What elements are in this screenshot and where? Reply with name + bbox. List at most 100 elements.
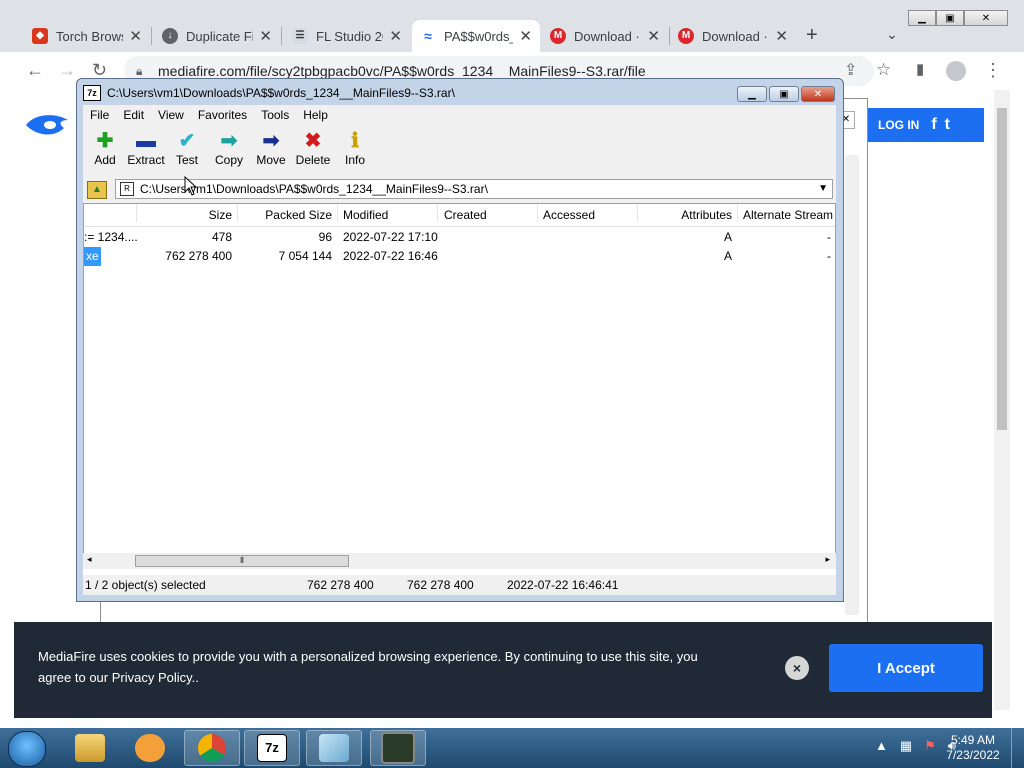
file-modified: 2022-07-22 16:46 <box>343 249 438 263</box>
menu-view[interactable]: View <box>151 105 191 125</box>
close-tab-icon[interactable]: ✕ <box>389 27 402 45</box>
close-button[interactable]: ✕ <box>801 86 835 102</box>
scroll-right-icon[interactable]: ▸ <box>825 554 830 565</box>
window-title: C:\Users\vm1\Downloads\PA$$w0rds_1234__M… <box>107 86 455 100</box>
column-modified[interactable]: Modified <box>343 204 388 226</box>
login-link[interactable]: LOG IN <box>878 118 919 132</box>
clock-time: 5:49 AM <box>950 733 996 747</box>
path-combobox[interactable]: R C:\Users\vm1\Downloads\PA$$w0rds_1234_… <box>115 179 833 199</box>
file-size: 478 <box>211 230 232 244</box>
column-accessed[interactable]: Accessed <box>543 204 595 226</box>
tab-duplicate[interactable]: ↓ Duplicate Fi ✕ <box>154 20 280 52</box>
move-button[interactable]: ➡ Move <box>249 129 293 167</box>
menu-edit[interactable]: Edit <box>116 105 151 125</box>
menu-help[interactable]: Help <box>296 105 335 125</box>
column-size[interactable]: Size <box>144 204 232 226</box>
show-hidden-icons-icon[interactable]: ▲ <box>875 738 888 754</box>
facebook-icon[interactable]: f <box>931 116 936 134</box>
twitter-icon[interactable]: t <box>945 116 950 134</box>
column-created[interactable]: Created <box>444 204 487 226</box>
taskbar-notepad[interactable] <box>306 730 362 766</box>
test-button[interactable]: ✔ Test <box>165 129 209 167</box>
menu-file[interactable]: File <box>83 105 116 125</box>
tab-fl-studio[interactable]: ☰ FL Studio 20 ✕ <box>284 20 410 52</box>
menu-tools[interactable]: Tools <box>254 105 296 125</box>
cookie-close-icon[interactable]: × <box>785 656 809 680</box>
close-tab-icon[interactable]: ✕ <box>775 27 788 45</box>
column-packed-size[interactable]: Packed Size <box>238 204 332 226</box>
start-button[interactable] <box>8 731 46 767</box>
tab-torch[interactable]: ◆ Torch Browse ✕ <box>24 20 150 52</box>
new-tab-button[interactable]: + <box>806 24 818 47</box>
tab-download-2[interactable]: M Download · ✕ <box>670 20 796 52</box>
column-attributes[interactable]: Attributes <box>644 204 732 226</box>
extract-button[interactable]: ▬ Extract <box>123 129 169 167</box>
side-panel-icon[interactable]: ▮ <box>916 60 924 78</box>
chevron-down-icon[interactable]: ▼ <box>818 180 828 198</box>
mediafire-icon: ≈ <box>420 28 436 44</box>
status-bar: 1 / 2 object(s) selected 762 278 400 762… <box>83 575 836 595</box>
table-row[interactable]: := 1234.... 478 96 2022-07-22 17:10 A - <box>84 228 835 247</box>
globe-icon: ↓ <box>162 28 178 44</box>
taskbar-chrome[interactable] <box>184 730 240 766</box>
forward-icon[interactable]: → <box>58 60 76 81</box>
tab-mediafire[interactable]: ≈ PA$$w0rds_ ✕ <box>412 20 540 52</box>
back-icon[interactable]: ← <box>26 60 44 81</box>
extract-icon: ▬ <box>136 130 156 152</box>
test-icon: ✔ <box>178 130 196 152</box>
folder-up-icon[interactable]: ▲ <box>87 181 107 199</box>
tab-search-icon[interactable]: ⌄ <box>886 26 898 43</box>
column-alternate-stream[interactable]: Alternate Stream <box>743 204 833 226</box>
show-desktop-button[interactable] <box>1011 728 1024 768</box>
file-list: Size Packed Size Modified Created Access… <box>83 203 836 555</box>
taskbar-task-manager[interactable] <box>370 730 426 766</box>
close-tab-icon[interactable]: ✕ <box>519 27 532 45</box>
system-clock[interactable]: 5:49 AM 7/23/2022 <box>942 733 1004 763</box>
horizontal-scroll-thumb[interactable]: ⦀ <box>135 555 349 567</box>
status-date: 2022-07-22 16:46:41 <box>507 578 619 592</box>
share-icon[interactable]: ⇪ <box>844 60 857 80</box>
accept-cookies-button[interactable]: I Accept <box>829 644 983 692</box>
add-label: Add <box>94 153 116 167</box>
add-button[interactable]: ✚ Add <box>83 129 127 167</box>
close-tab-icon[interactable]: ✕ <box>647 27 660 45</box>
info-label: Info <box>344 153 365 167</box>
column-divider <box>737 204 738 222</box>
close-tab-icon[interactable]: ✕ <box>259 27 272 45</box>
taskbar-7zip[interactable]: 7z <box>244 730 300 766</box>
menu-favorites[interactable]: Favorites <box>191 105 254 125</box>
delete-button[interactable]: ✖ Delete <box>291 129 335 167</box>
table-row[interactable]: xe 762 278 400 7 054 144 2022-07-22 16:4… <box>84 247 835 266</box>
dialog-scrollbar[interactable] <box>845 155 859 615</box>
horizontal-scrollbar[interactable]: ◂ ⦀ ▸ <box>83 553 836 569</box>
column-divider <box>437 204 438 222</box>
mediafire-logo-icon[interactable] <box>24 112 70 138</box>
taskbar-media-player[interactable] <box>122 730 178 766</box>
close-tab-icon[interactable]: ✕ <box>129 27 142 45</box>
close-button[interactable]: ✕ <box>964 10 1008 26</box>
info-icon: ℹ <box>351 130 359 152</box>
action-center-icon[interactable]: ⚑ <box>924 738 936 754</box>
menu-kebab-icon[interactable]: ⋮ <box>984 60 1002 81</box>
minimize-button[interactable]: ▁ <box>737 86 767 102</box>
tab-download-1[interactable]: M Download · ✕ <box>542 20 668 52</box>
network-icon[interactable]: ▦ <box>900 738 912 754</box>
tab-separator <box>281 27 282 45</box>
minimize-button[interactable]: ▁ <box>908 10 936 26</box>
fl-icon: ☰ <box>292 28 308 44</box>
scroll-left-icon[interactable]: ◂ <box>87 554 92 565</box>
tab-title: Torch Browse <box>56 28 123 44</box>
maximize-button[interactable]: ▣ <box>769 86 799 102</box>
tab-title: Download · <box>574 28 640 44</box>
taskbar-explorer[interactable] <box>62 730 118 766</box>
sevenzip-toolbar: ✚ Add ▬ Extract ✔ Test ➡ Copy ➡ Move ✖ D… <box>83 125 836 177</box>
copy-button[interactable]: ➡ Copy <box>207 129 251 167</box>
page-scrollbar-thumb[interactable] <box>997 108 1007 430</box>
maximize-button[interactable]: ▣ <box>936 10 964 26</box>
file-packed-size: 7 054 144 <box>278 249 332 263</box>
file-size: 762 278 400 <box>165 249 232 263</box>
profile-avatar[interactable] <box>946 61 966 81</box>
bookmark-star-icon[interactable]: ☆ <box>876 60 891 80</box>
info-button[interactable]: ℹ Info <box>333 129 377 167</box>
extract-label: Extract <box>127 153 165 167</box>
